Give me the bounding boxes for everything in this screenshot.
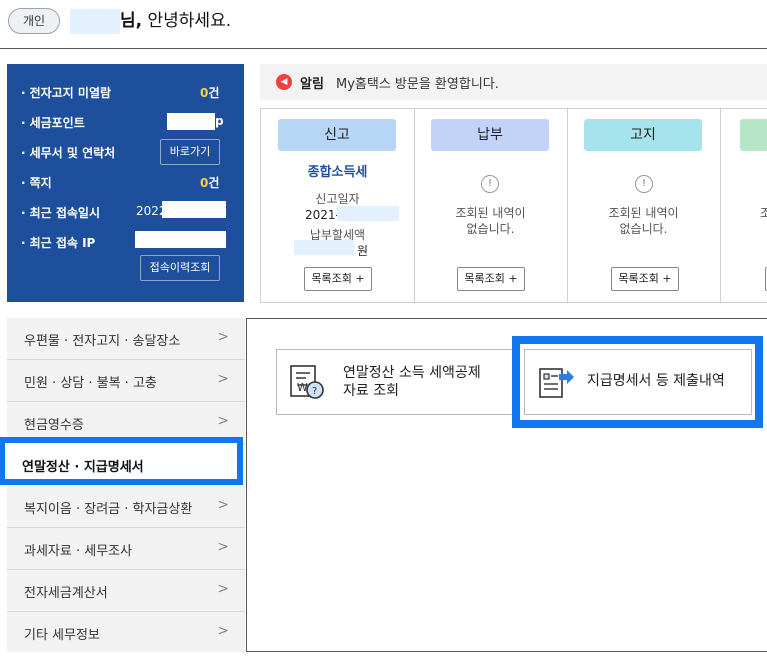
chevron-right-icon: > <box>217 371 229 387</box>
chevron-right-icon: > <box>217 623 229 639</box>
notice-empty-2: 없습니다. <box>619 222 668 236</box>
status-col-report: 신고 종합소득세 신고일자 2021- 납부할세액 원 목록조회 + <box>261 109 415 302</box>
login-history-button[interactable]: 접속이력조회 <box>140 255 220 281</box>
info-icon: ! <box>635 175 653 193</box>
greeting-bar: 개인 님, 안녕하세요. <box>0 0 767 49</box>
notice-list-button[interactable]: 목록조회 + <box>611 267 679 291</box>
chip-partial <box>740 119 767 151</box>
tax-credit-card[interactable]: ₩ ? 연말정산 소득 세액공제 자료 조회 <box>276 349 513 415</box>
payment-statement-highlight <box>512 336 763 428</box>
chevron-right-icon: > <box>217 581 229 597</box>
info-row-notes: · 쪽지 <box>21 176 52 190</box>
goto-button[interactable]: 바로가기 <box>160 139 220 165</box>
chevron-right-icon: > <box>217 413 229 429</box>
user-info-panel: · 전자고지 미열람 0건 · 세금포인트 p · 세무서 및 연락처 바로가기 · 쪽… <box>7 64 244 302</box>
notes-count[interactable]: 0건 <box>200 174 219 191</box>
notice-empty-1: 조회된 내역이 <box>608 206 679 220</box>
menu-item-welfare[interactable]: 복지이음 · 장려금 · 학자금상환 > <box>7 486 245 528</box>
status-boxes: 신고 종합소득세 신고일자 2021- 납부할세액 원 목록조회 + 납부 ! … <box>260 108 767 303</box>
menu-item-yearend-active[interactable]: 연말정산 · 지급명세서 <box>0 437 243 485</box>
info-row-last-login: · 최근 접속일시 <box>21 206 100 220</box>
chip-report: 신고 <box>278 119 396 151</box>
chip-payment: 납부 <box>431 119 549 151</box>
megaphone-icon: ◀ <box>276 74 292 90</box>
report-pay-unit: 원 <box>357 244 369 258</box>
status-col-partial: 조 <box>720 109 767 302</box>
side-menu: 우편물 · 전자고지 · 송달장소 > 민원 · 상담 · 불복 · 고충 > 현금… <box>7 318 245 652</box>
menu-item-etc[interactable]: 기타 세무정보 > <box>7 612 245 653</box>
info-row-unread: · 전자고지 미열람 <box>21 86 112 100</box>
svg-text:?: ? <box>312 386 317 397</box>
tax-credit-search-icon: ₩ ? <box>290 365 324 399</box>
alert-message: My홈택스 방문을 환영합니다. <box>336 77 499 92</box>
report-date-label: 신고일자 <box>315 192 360 206</box>
payment-list-button[interactable]: 목록조회 + <box>457 267 525 291</box>
report-tax-name[interactable]: 종합소득세 <box>261 165 414 181</box>
points-masked <box>167 113 215 130</box>
tax-credit-line1: 연말정산 소득 세액공제 <box>343 365 481 381</box>
menu-item-einvoice[interactable]: 전자세금계산서 > <box>7 570 245 612</box>
chevron-right-icon: > <box>217 329 229 345</box>
report-date-masked <box>337 206 399 221</box>
chevron-right-icon: > <box>217 539 229 555</box>
payment-empty-2: 없습니다. <box>466 222 515 236</box>
chip-notice: 고지 <box>584 119 702 151</box>
chevron-right-icon: > <box>217 497 229 513</box>
last-login-masked <box>162 201 226 218</box>
unread-count[interactable]: 0건 <box>200 84 219 101</box>
menu-item-civil[interactable]: 민원 · 상담 · 불복 · 고충 > <box>7 360 245 402</box>
menu-item-taxdata[interactable]: 과세자료 · 세무조사 > <box>7 528 245 570</box>
report-date-prefix: 2021- <box>305 208 340 222</box>
menu-item-mail[interactable]: 우편물 · 전자고지 · 송달장소 > <box>7 318 245 360</box>
status-col-payment: 납부 ! 조회된 내역이 없습니다. 목록조회 + <box>414 109 568 302</box>
alert-bar: ◀ 알림 My홈택스 방문을 환영합니다. <box>260 64 767 100</box>
last-ip-masked <box>135 231 226 248</box>
status-col-notice: 고지 ! 조회된 내역이 없습니다. 목록조회 + <box>567 109 721 302</box>
partial-empty-1: 조 <box>760 206 767 220</box>
points-unit: p <box>215 114 224 128</box>
report-list-button[interactable]: 목록조회 + <box>304 267 372 291</box>
greeting-suffix-bold: 님, <box>120 11 143 31</box>
user-type-badge[interactable]: 개인 <box>8 8 60 34</box>
payment-empty-1: 조회된 내역이 <box>455 206 526 220</box>
alert-title: 알림 <box>300 77 324 92</box>
info-row-last-ip: · 최근 접속 IP <box>21 236 96 250</box>
user-name-masked <box>70 9 120 34</box>
greeting-suffix: 안녕하세요. <box>142 11 232 31</box>
svg-text:₩: ₩ <box>297 381 308 394</box>
tax-credit-line2: 자료 조회 <box>343 383 399 399</box>
info-row-points: · 세금포인트 <box>21 116 85 130</box>
info-row-taxoffice: · 세무서 및 연락처 <box>21 146 116 160</box>
report-pay-masked <box>294 240 354 255</box>
info-icon: ! <box>481 175 499 193</box>
greeting-text: 님, 안녕하세요. <box>120 8 231 34</box>
